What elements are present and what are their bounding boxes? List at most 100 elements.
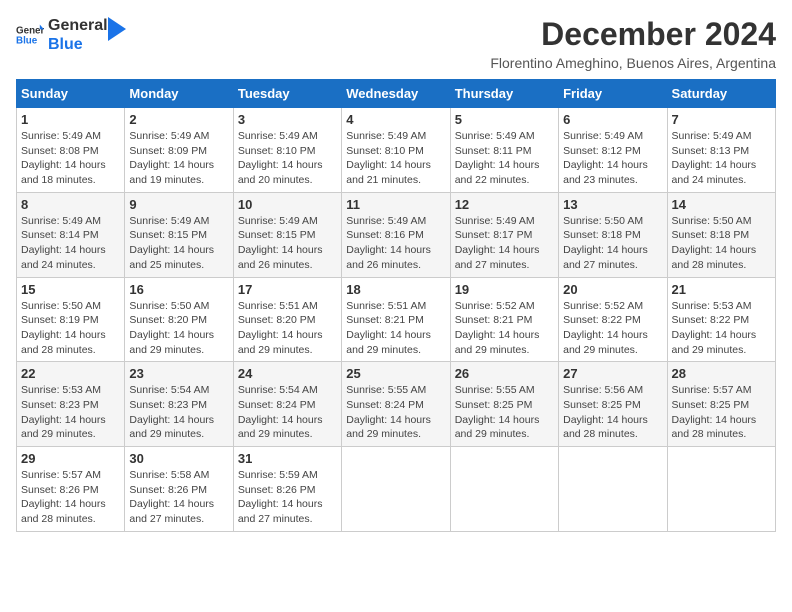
- calendar-day-25: 25Sunrise: 5:55 AMSunset: 8:24 PMDayligh…: [342, 362, 450, 447]
- day-number: 25: [346, 366, 445, 381]
- calendar-day-1: 1Sunrise: 5:49 AMSunset: 8:08 PMDaylight…: [17, 108, 125, 193]
- day-number: 19: [455, 282, 554, 297]
- day-number: 12: [455, 197, 554, 212]
- logo-general: General: [48, 16, 108, 35]
- weekday-header-wednesday: Wednesday: [342, 80, 450, 108]
- calendar-day-24: 24 Sunrise: 5:54 AMSunset: 8:24 PMDayligh…: [233, 362, 341, 447]
- calendar-day-9: 9 Sunrise: 5:49 AMSunset: 8:15 PMDaylight…: [125, 192, 233, 277]
- calendar-day-4: 4Sunrise: 5:49 AMSunset: 8:10 PMDaylight…: [342, 108, 450, 193]
- day-detail: Sunrise: 5:59 AMSunset: 8:26 PMDaylight:…: [238, 468, 337, 527]
- calendar-day-6: 6 Sunrise: 5:49 AMSunset: 8:12 PMDaylight…: [559, 108, 667, 193]
- calendar-day-7: 7 Sunrise: 5:49 AMSunset: 8:13 PMDaylight…: [667, 108, 775, 193]
- weekday-header-saturday: Saturday: [667, 80, 775, 108]
- title-area: December 2024 Florentino Ameghino, Bueno…: [490, 16, 776, 71]
- page-subtitle: Florentino Ameghino, Buenos Aires, Argen…: [490, 55, 776, 71]
- day-number: 10: [238, 197, 337, 212]
- day-number: 9: [129, 197, 228, 212]
- logo-blue: Blue: [48, 35, 108, 54]
- day-detail: Sunrise: 5:54 AMSunset: 8:23 PMDaylight:…: [129, 383, 228, 442]
- calendar-day-3: 3 Sunrise: 5:49 AMSunset: 8:10 PMDaylight…: [233, 108, 341, 193]
- page-title: December 2024: [490, 16, 776, 53]
- page-header: General Blue General Blue December 2024 …: [16, 16, 776, 71]
- day-detail: Sunrise: 5:53 AMSunset: 8:23 PMDaylight:…: [21, 383, 120, 442]
- day-number: 28: [672, 366, 771, 381]
- calendar-week-1: 1Sunrise: 5:49 AMSunset: 8:08 PMDaylight…: [17, 108, 776, 193]
- day-detail: Sunrise: 5:52 AMSunset: 8:22 PMDaylight:…: [563, 299, 662, 358]
- weekday-header-thursday: Thursday: [450, 80, 558, 108]
- day-detail: Sunrise: 5:49 AMSunset: 8:10 PMDaylight:…: [238, 129, 337, 188]
- logo: General Blue General Blue: [16, 16, 126, 54]
- calendar-day-13: 13Sunrise: 5:50 AMSunset: 8:18 PMDayligh…: [559, 192, 667, 277]
- day-detail: Sunrise: 5:49 AMSunset: 8:15 PMDaylight:…: [238, 214, 337, 273]
- day-number: 13: [563, 197, 662, 212]
- calendar-day-30: 30 Sunrise: 5:58 AMSunset: 8:26 PMDayligh…: [125, 447, 233, 532]
- calendar-day-31: 31 Sunrise: 5:59 AMSunset: 8:26 PMDayligh…: [233, 447, 341, 532]
- day-number: 27: [563, 366, 662, 381]
- day-detail: Sunrise: 5:52 AMSunset: 8:21 PMDaylight:…: [455, 299, 554, 358]
- calendar-day-28: 28 Sunrise: 5:57 AMSunset: 8:25 PMDayligh…: [667, 362, 775, 447]
- empty-cell: [667, 447, 775, 532]
- calendar-day-27: 27 Sunrise: 5:56 AMSunset: 8:25 PMDayligh…: [559, 362, 667, 447]
- day-number: 21: [672, 282, 771, 297]
- day-number: 26: [455, 366, 554, 381]
- empty-cell: [342, 447, 450, 532]
- day-detail: Sunrise: 5:58 AMSunset: 8:26 PMDaylight:…: [129, 468, 228, 527]
- day-detail: Sunrise: 5:49 AMSunset: 8:14 PMDaylight:…: [21, 214, 120, 273]
- day-number: 18: [346, 282, 445, 297]
- day-number: 24: [238, 366, 337, 381]
- day-number: 7: [672, 112, 771, 127]
- calendar-day-22: 22 Sunrise: 5:53 AMSunset: 8:23 PMDayligh…: [17, 362, 125, 447]
- day-detail: Sunrise: 5:51 AMSunset: 8:21 PMDaylight:…: [346, 299, 445, 358]
- day-detail: Sunrise: 5:49 AMSunset: 8:13 PMDaylight:…: [672, 129, 771, 188]
- day-number: 16: [129, 282, 228, 297]
- day-detail: Sunrise: 5:51 AMSunset: 8:20 PMDaylight:…: [238, 299, 337, 358]
- weekday-header-tuesday: Tuesday: [233, 80, 341, 108]
- day-detail: Sunrise: 5:49 AMSunset: 8:12 PMDaylight:…: [563, 129, 662, 188]
- day-number: 23: [129, 366, 228, 381]
- empty-cell: [559, 447, 667, 532]
- weekday-header-friday: Friday: [559, 80, 667, 108]
- day-number: 2: [129, 112, 228, 127]
- day-number: 8: [21, 197, 120, 212]
- day-number: 5: [455, 112, 554, 127]
- calendar-header-row: SundayMondayTuesdayWednesdayThursdayFrid…: [17, 80, 776, 108]
- day-detail: Sunrise: 5:50 AMSunset: 8:20 PMDaylight:…: [129, 299, 228, 358]
- day-number: 11: [346, 197, 445, 212]
- day-detail: Sunrise: 5:54 AMSunset: 8:24 PMDaylight:…: [238, 383, 337, 442]
- calendar-day-26: 26 Sunrise: 5:55 AMSunset: 8:25 PMDayligh…: [450, 362, 558, 447]
- day-detail: Sunrise: 5:50 AMSunset: 8:19 PMDaylight:…: [21, 299, 120, 358]
- day-detail: Sunrise: 5:53 AMSunset: 8:22 PMDaylight:…: [672, 299, 771, 358]
- day-detail: Sunrise: 5:49 AMSunset: 8:16 PMDaylight:…: [346, 214, 445, 273]
- calendar-day-15: 15 Sunrise: 5:50 AMSunset: 8:19 PMDayligh…: [17, 277, 125, 362]
- calendar-day-10: 10 Sunrise: 5:49 AMSunset: 8:15 PMDayligh…: [233, 192, 341, 277]
- day-number: 3: [238, 112, 337, 127]
- day-number: 17: [238, 282, 337, 297]
- day-detail: Sunrise: 5:56 AMSunset: 8:25 PMDaylight:…: [563, 383, 662, 442]
- calendar-day-20: 20Sunrise: 5:52 AMSunset: 8:22 PMDayligh…: [559, 277, 667, 362]
- day-detail: Sunrise: 5:49 AMSunset: 8:11 PMDaylight:…: [455, 129, 554, 188]
- day-detail: Sunrise: 5:49 AMSunset: 8:09 PMDaylight:…: [129, 129, 228, 188]
- day-detail: Sunrise: 5:55 AMSunset: 8:25 PMDaylight:…: [455, 383, 554, 442]
- weekday-header-monday: Monday: [125, 80, 233, 108]
- calendar-day-14: 14 Sunrise: 5:50 AMSunset: 8:18 PMDayligh…: [667, 192, 775, 277]
- day-number: 1: [21, 112, 120, 127]
- logo-arrow-icon: [108, 17, 126, 41]
- day-detail: Sunrise: 5:57 AMSunset: 8:25 PMDaylight:…: [672, 383, 771, 442]
- day-detail: Sunrise: 5:49 AMSunset: 8:15 PMDaylight:…: [129, 214, 228, 273]
- day-number: 14: [672, 197, 771, 212]
- calendar-day-29: 29Sunrise: 5:57 AMSunset: 8:26 PMDayligh…: [17, 447, 125, 532]
- calendar-day-19: 19 Sunrise: 5:52 AMSunset: 8:21 PMDayligh…: [450, 277, 558, 362]
- calendar-table: SundayMondayTuesdayWednesdayThursdayFrid…: [16, 79, 776, 532]
- calendar-week-2: 8 Sunrise: 5:49 AMSunset: 8:14 PMDaylight…: [17, 192, 776, 277]
- day-number: 22: [21, 366, 120, 381]
- day-detail: Sunrise: 5:49 AMSunset: 8:17 PMDaylight:…: [455, 214, 554, 273]
- calendar-day-17: 17 Sunrise: 5:51 AMSunset: 8:20 PMDayligh…: [233, 277, 341, 362]
- day-number: 31: [238, 451, 337, 466]
- calendar-week-4: 22 Sunrise: 5:53 AMSunset: 8:23 PMDayligh…: [17, 362, 776, 447]
- day-number: 6: [563, 112, 662, 127]
- day-detail: Sunrise: 5:49 AMSunset: 8:10 PMDaylight:…: [346, 129, 445, 188]
- day-number: 15: [21, 282, 120, 297]
- day-number: 30: [129, 451, 228, 466]
- calendar-day-12: 12 Sunrise: 5:49 AMSunset: 8:17 PMDayligh…: [450, 192, 558, 277]
- day-detail: Sunrise: 5:50 AMSunset: 8:18 PMDaylight:…: [672, 214, 771, 273]
